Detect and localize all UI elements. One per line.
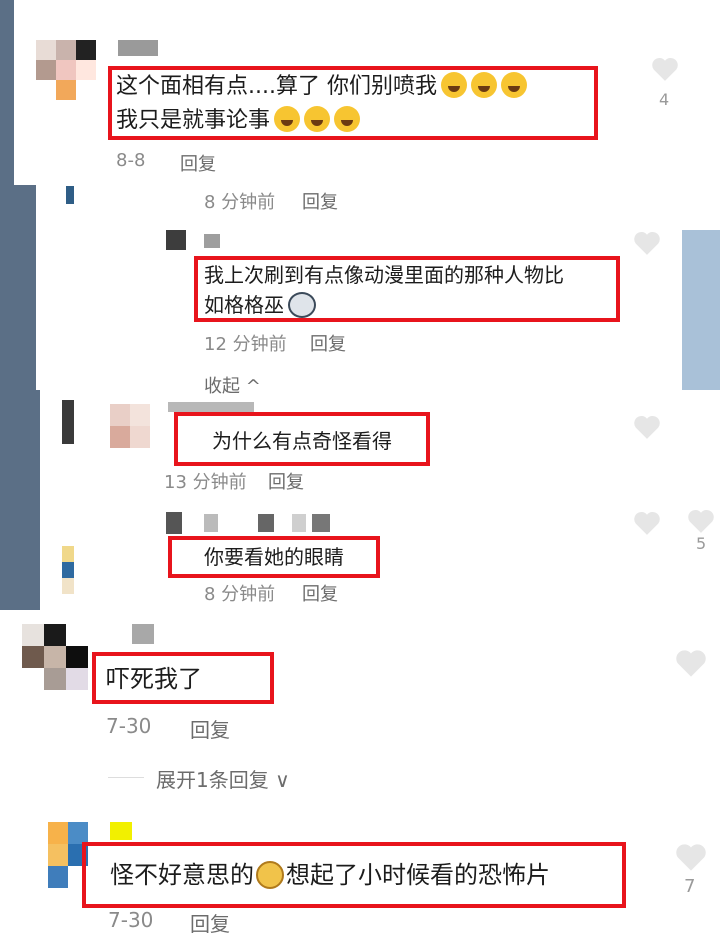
like-heart-icon[interactable]	[686, 508, 716, 534]
laugh-cry-emoji-icon	[304, 106, 331, 132]
username-blurred[interactable]	[204, 234, 220, 248]
like-heart-icon[interactable]	[632, 230, 662, 256]
username-blurred	[312, 514, 330, 532]
avatar-partial	[66, 186, 74, 204]
like-heart-icon[interactable]	[650, 56, 680, 82]
reply-button[interactable]: 回复	[268, 468, 304, 494]
chevron-down-icon: ∨	[268, 768, 290, 792]
comment-date: 7-30	[108, 908, 154, 932]
like-heart-icon[interactable]	[632, 414, 662, 440]
username-blurred[interactable]	[168, 402, 254, 412]
reply-button[interactable]: 回复	[310, 330, 346, 356]
avatar	[166, 230, 186, 250]
reply-button[interactable]: 回复	[190, 714, 230, 743]
cat-emoji-icon	[288, 292, 316, 318]
like-heart-icon[interactable]	[632, 510, 662, 536]
comment-text-line2: 我只是就事论事	[116, 106, 361, 136]
comment-date: 8-8	[116, 150, 146, 171]
comment-date: 7-30	[106, 714, 152, 738]
username-blurred[interactable]	[166, 512, 182, 534]
like-count: 7	[684, 876, 696, 897]
avatar	[110, 404, 150, 448]
username-blurred[interactable]	[110, 822, 132, 840]
avatar	[22, 624, 90, 692]
like-count: 5	[696, 534, 707, 553]
username-blurred	[292, 514, 306, 532]
background-right-strip	[682, 230, 720, 390]
shy-emoji-icon	[256, 861, 284, 889]
laugh-cry-emoji-icon	[274, 106, 301, 132]
collapse-button[interactable]: 收起 ^	[204, 372, 261, 398]
avatar	[36, 40, 98, 102]
comment-text: 为什么有点奇怪看得	[212, 429, 392, 453]
username-blurred[interactable]	[132, 624, 154, 644]
reply-time: 8 分钟前	[204, 584, 276, 605]
chevron-up-icon: ^	[240, 376, 261, 397]
reply-button[interactable]: 回复	[190, 908, 230, 937]
reply-button[interactable]: 回复	[180, 150, 216, 176]
rofl-emoji-icon	[470, 72, 497, 98]
rofl-emoji-icon	[440, 72, 467, 98]
laugh-cry-emoji-icon	[334, 106, 361, 132]
like-heart-icon[interactable]	[674, 842, 708, 872]
divider	[108, 777, 144, 778]
reply-time: 13 分钟前	[164, 472, 247, 493]
comment-text: 怪不好意思的 想起了小时候看的恐怖片	[110, 861, 550, 889]
reply-button[interactable]: 回复	[302, 580, 338, 606]
like-count: 4	[659, 90, 670, 109]
reply-time: 8 分钟前	[204, 192, 276, 213]
comment-text-line2: 如格格巫	[204, 290, 316, 320]
avatar-partial	[62, 546, 74, 594]
reply-time: 12 分钟前	[204, 334, 287, 355]
comment-text: 我上次刷到有点像动漫里面的那种人物比	[204, 263, 564, 287]
reply-button[interactable]: 回复	[302, 188, 338, 214]
comment-text: 吓死我了	[106, 665, 202, 693]
comment-text: 你要看她的眼睛	[204, 545, 344, 569]
comment-text: 这个面相有点....算了 你们别喷我	[116, 72, 527, 102]
username-blurred	[258, 514, 274, 532]
like-heart-icon[interactable]	[674, 648, 708, 678]
avatar-partial	[62, 400, 74, 444]
rofl-emoji-icon	[500, 72, 527, 98]
username-blurred[interactable]	[118, 40, 158, 56]
expand-replies-button[interactable]: 展开1条回复 ∨	[156, 764, 290, 793]
username-blurred	[204, 514, 218, 532]
